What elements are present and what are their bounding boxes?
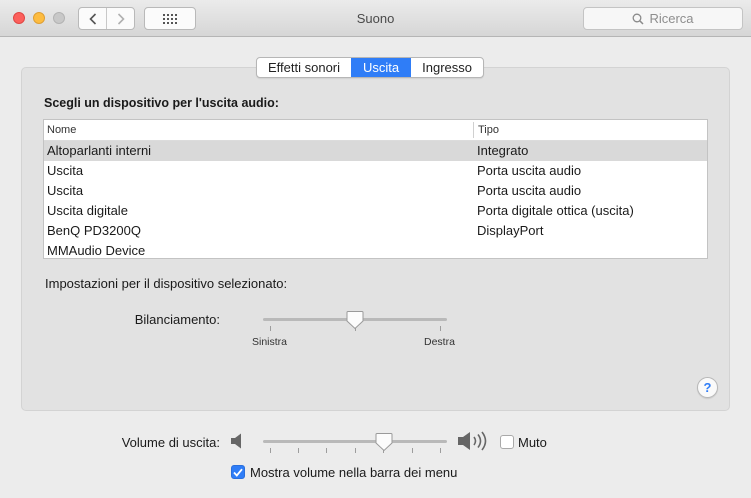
table-row[interactable]: MMAudio Device [44, 241, 707, 258]
balance-label: Bilanciamento: [134, 312, 220, 327]
device-name: Altoparlanti interni [47, 143, 152, 158]
volume-tick [440, 448, 441, 453]
table-row[interactable]: Uscita digitale Porta digitale ottica (u… [44, 201, 707, 221]
speaker-low-icon [231, 433, 241, 449]
balance-tick [270, 326, 271, 331]
column-divider [473, 122, 474, 138]
volume-slider-thumb[interactable] [375, 432, 393, 452]
mute-label: Muto [518, 435, 547, 450]
search-icon [633, 13, 644, 25]
help-button[interactable]: ? [697, 377, 718, 398]
table-row[interactable]: BenQ PD3200Q DisplayPort [44, 221, 707, 241]
device-name: Uscita [47, 183, 84, 198]
volume-tick [355, 448, 356, 453]
tab-output[interactable]: Uscita [351, 58, 411, 77]
balance-left-label: Sinistra [252, 336, 288, 348]
tab-bar: Effetti sonori Uscita Ingresso [256, 57, 485, 78]
device-type: Porta digitale ottica (uscita) [477, 203, 634, 218]
show-volume-in-menubar-label: Mostra volume nella barra dei menu [250, 465, 458, 480]
volume-tick [298, 448, 299, 453]
column-header-name[interactable]: Nome [47, 124, 76, 136]
search-field[interactable]: Ricerca [583, 7, 743, 30]
search-placeholder: Ricerca [649, 11, 694, 26]
show-volume-in-menubar-checkbox[interactable] [231, 465, 245, 479]
output-device-table[interactable]: Nome Tipo Altoparlanti interni Integrato… [43, 119, 708, 259]
checkmark-icon [233, 468, 243, 477]
table-row[interactable]: Uscita Porta uscita audio [44, 161, 707, 181]
device-type: DisplayPort [477, 223, 544, 238]
output-heading: Scegli un dispositivo per l'uscita audio… [44, 96, 279, 110]
device-name: BenQ PD3200Q [47, 223, 141, 238]
volume-slider-track[interactable] [263, 440, 447, 443]
volume-tick [270, 448, 271, 453]
balance-slider-thumb[interactable] [346, 310, 364, 330]
balance-right-label: Destra [424, 336, 455, 348]
device-name: MMAudio Device [47, 243, 146, 258]
table-row[interactable]: Uscita Porta uscita audio [44, 181, 707, 201]
speaker-high-icon [458, 431, 487, 451]
column-header-type[interactable]: Tipo [478, 124, 499, 136]
title-bar: Suono Ricerca [0, 0, 751, 37]
table-header: Nome Tipo [44, 120, 707, 141]
table-row[interactable]: Altoparlanti interni Integrato [44, 141, 707, 161]
volume-label: Volume di uscita: [121, 435, 220, 450]
volume-tick [412, 448, 413, 453]
tab-input[interactable]: Ingresso [410, 58, 483, 77]
device-type: Porta uscita audio [477, 183, 582, 198]
volume-tick [326, 448, 327, 453]
tab-sound-effects[interactable]: Effetti sonori [257, 58, 351, 77]
mute-checkbox[interactable] [500, 435, 514, 449]
device-type: Porta uscita audio [477, 163, 582, 178]
device-name: Uscita digitale [47, 203, 128, 218]
help-icon: ? [703, 380, 712, 395]
device-type: Integrato [477, 143, 529, 158]
device-name: Uscita [47, 163, 84, 178]
device-settings-heading: Impostazioni per il dispositivo selezion… [45, 276, 288, 291]
balance-tick [440, 326, 441, 331]
